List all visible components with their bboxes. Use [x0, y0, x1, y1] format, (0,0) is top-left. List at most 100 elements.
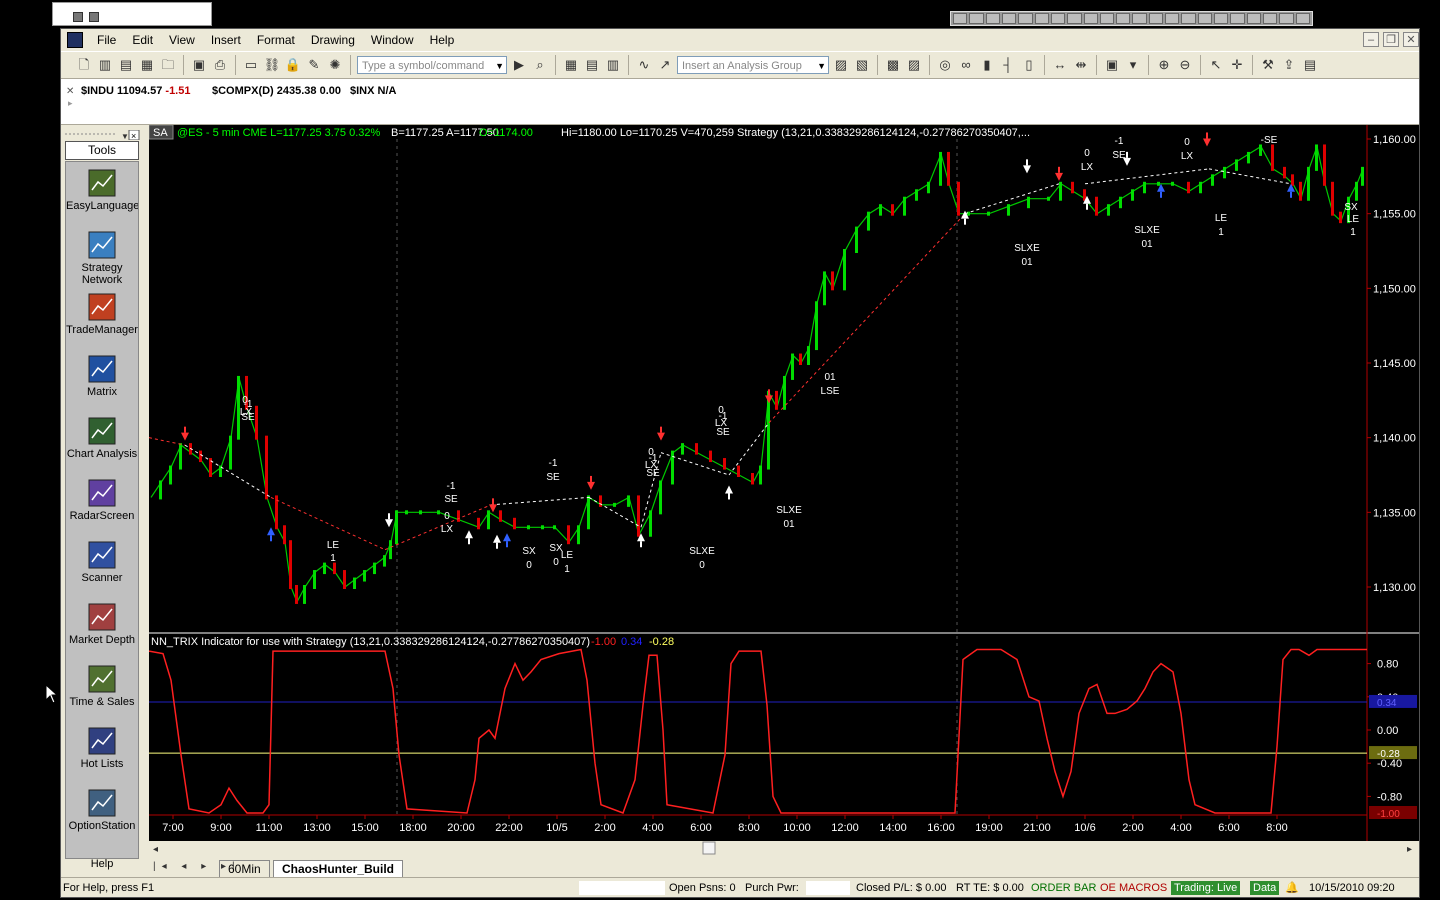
- taskbar-item[interactable]: [1067, 13, 1082, 24]
- export-icon[interactable]: ⇪: [1280, 56, 1298, 74]
- stub-button-2[interactable]: [89, 12, 99, 22]
- network-icon[interactable]: ✺: [326, 56, 344, 74]
- taskbar-item[interactable]: [1034, 13, 1049, 24]
- close-icon[interactable]: ✕: [66, 86, 74, 97]
- tool-radarscreen[interactable]: RadarScreen: [66, 478, 138, 522]
- oe-macros-status[interactable]: OE MACROS: [1100, 881, 1167, 895]
- grid-icon[interactable]: ▤: [583, 56, 601, 74]
- tool-scanner[interactable]: Scanner: [66, 540, 138, 584]
- quote-inx[interactable]: $INX N/A: [350, 85, 396, 97]
- menu-help[interactable]: Help: [422, 29, 463, 51]
- radar-icon[interactable]: ◎: [936, 56, 954, 74]
- taskbar-item[interactable]: [1116, 13, 1131, 24]
- format-analysis-icon[interactable]: ▨: [905, 56, 923, 74]
- menu-window[interactable]: Window: [363, 29, 422, 51]
- taskbar-item[interactable]: [953, 13, 968, 24]
- window-icon[interactable]: ▭: [242, 56, 260, 74]
- menu-insert[interactable]: Insert: [203, 29, 249, 51]
- link-icon[interactable]: ⛓: [263, 56, 281, 74]
- tool-trademanager[interactable]: TradeManager: [66, 292, 138, 336]
- quote-indu[interactable]: $INDU 11094.57 -1.51: [81, 85, 190, 97]
- lock-icon[interactable]: 🔒: [284, 56, 302, 74]
- taskbar-item[interactable]: [1181, 13, 1196, 24]
- menu-drawing[interactable]: Drawing: [303, 29, 363, 51]
- tool-market-depth[interactable]: Market Depth: [66, 602, 138, 646]
- zoom-out-icon[interactable]: ⊖: [1176, 56, 1194, 74]
- tool-chart-analysis[interactable]: Chart Analysis: [66, 416, 138, 460]
- taskbar-item[interactable]: [1246, 13, 1261, 24]
- quote-compx[interactable]: $COMPX(D) 2435.38 0.00: [212, 85, 341, 97]
- data-badge[interactable]: Data: [1250, 881, 1280, 895]
- taskbar-item[interactable]: [1001, 13, 1017, 24]
- crosshair-icon[interactable]: ✛: [1228, 56, 1246, 74]
- menu-format[interactable]: Format: [249, 29, 303, 51]
- folder-icon[interactable]: 🗀: [159, 56, 177, 74]
- arrow-right-icon[interactable]: ▸: [68, 98, 73, 109]
- menu-edit[interactable]: Edit: [124, 29, 161, 51]
- print-icon[interactable]: ⎙: [211, 56, 229, 74]
- tools-grip[interactable]: ▼ ×: [63, 129, 145, 141]
- tools-help[interactable]: Help: [65, 858, 139, 872]
- taskbar-item[interactable]: [1165, 13, 1180, 24]
- tool-matrix[interactable]: Matrix: [66, 354, 138, 398]
- table-icon[interactable]: ▥: [604, 56, 622, 74]
- lookup-icon[interactable]: ⌕: [531, 56, 549, 74]
- notes-icon[interactable]: ▤: [1301, 56, 1319, 74]
- candle-icon[interactable]: ▯: [1020, 56, 1038, 74]
- price-chart[interactable]: 1,160.00 1,155.00 1,150.00 1,145.00 1,140.00…: [148, 124, 1419, 841]
- glasses-icon[interactable]: ∞: [957, 56, 975, 74]
- taskbar-item[interactable]: [1262, 13, 1278, 24]
- insert-icon[interactable]: ▩: [884, 56, 902, 74]
- bar-chart-icon[interactable]: ▮: [978, 56, 996, 74]
- taskbar-strip[interactable]: [950, 11, 1313, 26]
- chevron-down-icon[interactable]: ▼: [495, 57, 504, 75]
- taskbar-item[interactable]: [969, 13, 984, 24]
- indicator-icon[interactable]: ▧: [853, 56, 871, 74]
- tool-strategy-network[interactable]: Strategy Network: [66, 230, 138, 286]
- minimize-button[interactable]: –: [1363, 32, 1379, 47]
- chevron-down-icon[interactable]: ▼: [817, 57, 826, 75]
- floating-window-stub[interactable]: [52, 2, 212, 26]
- taskbar-item[interactable]: [1099, 13, 1115, 24]
- tools-icon[interactable]: ⚒: [1259, 56, 1277, 74]
- zoom-in-icon[interactable]: ⊕: [1155, 56, 1173, 74]
- taskbar-item[interactable]: [1295, 13, 1310, 24]
- trading-live-badge[interactable]: Trading: Live: [1171, 881, 1241, 895]
- pointer-icon[interactable]: ↖: [1207, 56, 1225, 74]
- taskbar-item[interactable]: [1018, 13, 1033, 24]
- close-button[interactable]: ✕: [1403, 32, 1419, 47]
- taskbar-item[interactable]: [1197, 13, 1212, 24]
- menu-view[interactable]: View: [161, 29, 203, 51]
- menu-file[interactable]: File: [89, 29, 124, 51]
- ohlc-icon[interactable]: ┤: [999, 56, 1017, 74]
- tool-time-sales[interactable]: Time & Sales: [66, 664, 138, 708]
- bell-icon[interactable]: 🔔: [1285, 881, 1299, 895]
- tools-title[interactable]: Tools: [65, 141, 139, 160]
- edit-icon[interactable]: ↗: [656, 56, 674, 74]
- new-icon[interactable]: 🗋: [75, 56, 93, 74]
- analysis-icon[interactable]: ∿: [635, 56, 653, 74]
- save-icon[interactable]: ▣: [190, 56, 208, 74]
- color-icon[interactable]: ▣: [1103, 56, 1121, 74]
- workspace-icon[interactable]: ▤: [117, 56, 135, 74]
- tab-60min[interactable]: 60Min: [219, 860, 270, 877]
- analysis-group-input[interactable]: Insert an Analysis Group ▼: [677, 56, 829, 74]
- chart-window[interactable]: 1,160.00 1,155.00 1,150.00 1,145.00 1,140.00…: [148, 124, 1419, 845]
- tool-hot-lists[interactable]: Hot Lists: [66, 726, 138, 770]
- tab-chaoshunter[interactable]: ChaosHunter_Build: [273, 860, 404, 877]
- chevron-down-icon[interactable]: ▾: [1124, 56, 1142, 74]
- restore-button[interactable]: ❐: [1383, 32, 1399, 47]
- format-icon[interactable]: ▦: [562, 56, 580, 74]
- order-bar-status[interactable]: ORDER BAR: [1031, 881, 1096, 895]
- taskbar-item[interactable]: [1279, 13, 1294, 24]
- taskbar-item[interactable]: [1214, 13, 1229, 24]
- taskbar-item[interactable]: [1132, 13, 1147, 24]
- strategy-icon[interactable]: ▨: [832, 56, 850, 74]
- taskbar-item[interactable]: [1083, 13, 1098, 24]
- symbol-input[interactable]: Type a symbol/command ▼: [357, 56, 507, 74]
- tool-optionstation[interactable]: OptionStation: [66, 788, 138, 832]
- taskbar-item[interactable]: [1050, 13, 1066, 24]
- tool-easylanguage[interactable]: EasyLanguage: [66, 168, 138, 212]
- go-icon[interactable]: ▶: [510, 56, 528, 74]
- taskbar-item[interactable]: [1230, 13, 1245, 24]
